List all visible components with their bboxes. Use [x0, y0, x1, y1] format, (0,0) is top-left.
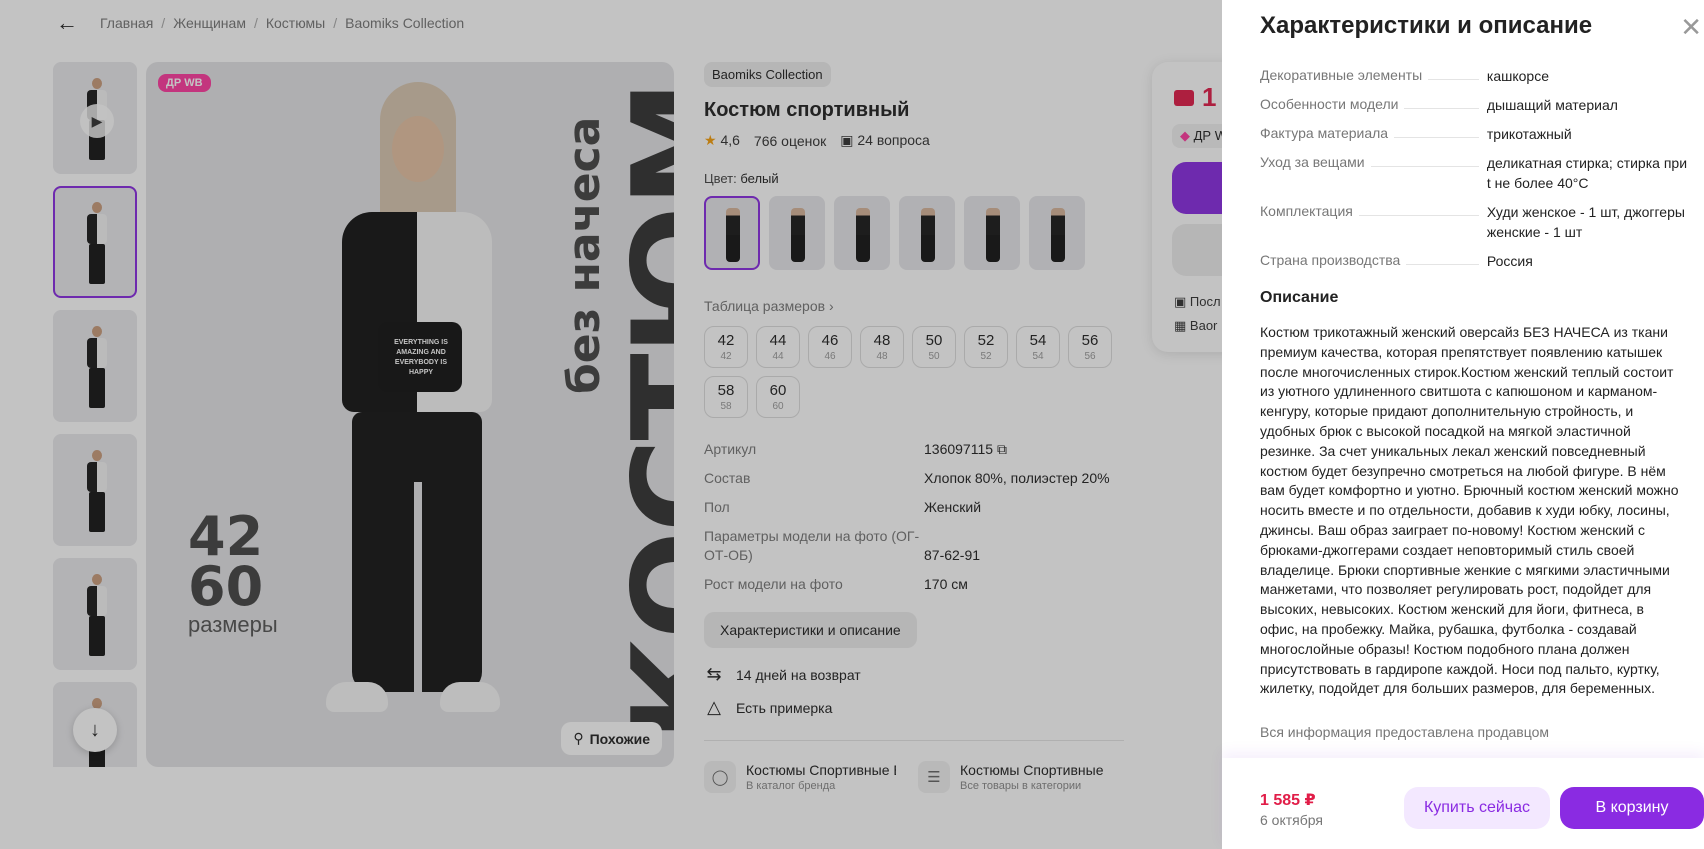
- close-icon[interactable]: ✕: [1680, 14, 1702, 40]
- spec-key: Фактура материала: [1260, 124, 1487, 144]
- spec-value: трикотажный: [1486, 126, 1572, 142]
- spec-key: Особенности модели: [1260, 95, 1487, 115]
- spec-value: кашкорсе: [1486, 68, 1549, 84]
- spec-key: Уход за вещами: [1260, 153, 1487, 193]
- spec-row: Комплектация Худи женское - 1 шт, джогге…: [1260, 202, 1690, 242]
- footer-price: 1 585 ₽: [1260, 792, 1316, 809]
- spec-value: Россия: [1486, 253, 1533, 269]
- spec-row: Декоративные элементы кашкорсе: [1260, 66, 1690, 86]
- characteristics-panel: Характеристики и описание ✕ Декоративные…: [1222, 0, 1704, 849]
- buy-now-button[interactable]: Купить сейчас: [1404, 787, 1550, 829]
- spec-value: дышащий материал: [1486, 97, 1618, 113]
- modal-backdrop[interactable]: [0, 0, 1222, 849]
- spec-row: Страна производства Россия: [1260, 251, 1690, 271]
- spec-key: Страна производства: [1260, 251, 1487, 271]
- description-heading: Описание: [1260, 289, 1339, 306]
- spec-value: деликатная стирка; стирка при t не более…: [1486, 155, 1688, 191]
- seller-note: Вся информация предоставлена продавцом: [1260, 724, 1550, 740]
- spec-row: Особенности модели дышащий материал: [1260, 95, 1690, 115]
- spec-key: Комплектация: [1260, 202, 1487, 242]
- spec-row: Фактура материала трикотажный: [1260, 124, 1690, 144]
- add-to-cart-button[interactable]: В корзину: [1560, 787, 1704, 829]
- delivery-date: 6 октября: [1260, 812, 1323, 828]
- spec-row: Уход за вещами деликатная стирка; стирка…: [1260, 153, 1690, 193]
- panel-title: Характеристики и описание: [1260, 12, 1593, 39]
- description-text: Костюм трикотажный женский оверсайз БЕЗ …: [1260, 324, 1679, 697]
- spec-key: Декоративные элементы: [1260, 66, 1487, 86]
- panel-footer: 1 585 ₽ 6 октября Купить сейчас В корзин…: [1222, 758, 1704, 849]
- spec-list: Декоративные элементы кашкорсе Особеннос…: [1260, 66, 1690, 280]
- spec-value: Худи женское - 1 шт, джоггеры женские - …: [1486, 204, 1685, 240]
